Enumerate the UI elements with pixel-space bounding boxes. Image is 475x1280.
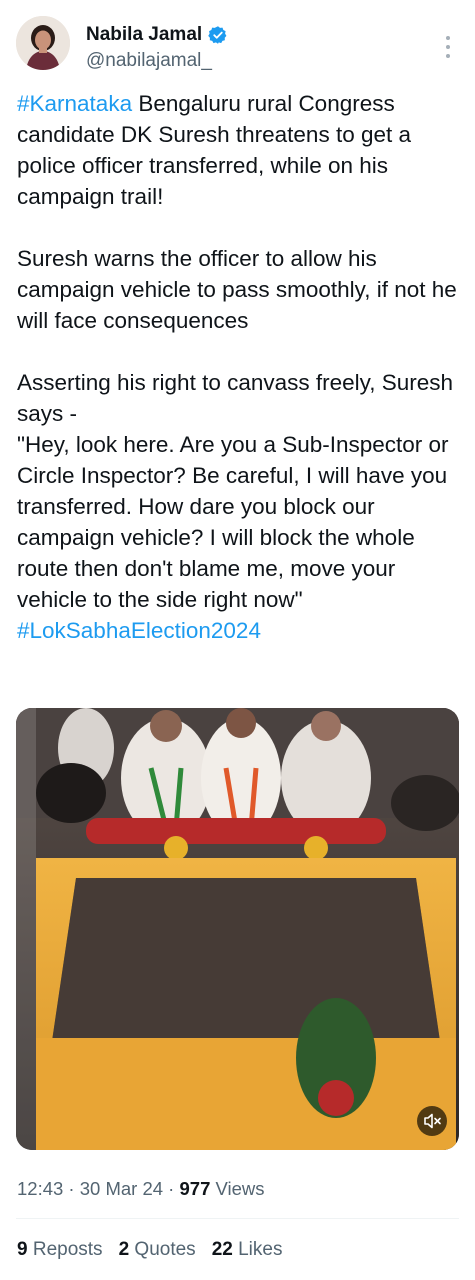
- author-name[interactable]: Nabila Jamal: [86, 24, 202, 46]
- divider: [16, 1218, 459, 1219]
- tweet-paragraph-2: Suresh warns the officer to allow his ca…: [17, 246, 464, 333]
- tweet-text: #Karnataka Bengaluru rural Congress cand…: [17, 88, 462, 646]
- author-name-row: Nabila Jamal: [86, 24, 228, 46]
- video-player[interactable]: [16, 708, 459, 1150]
- avatar[interactable]: [16, 16, 70, 70]
- quotes-label: Quotes: [129, 1239, 196, 1260]
- quotes-link[interactable]: 2 Quotes: [119, 1239, 196, 1261]
- hashtag-karnataka[interactable]: #Karnataka: [17, 91, 132, 116]
- reposts-link[interactable]: 9 Reposts: [17, 1239, 103, 1261]
- speaker-muted-icon[interactable]: [417, 1106, 447, 1136]
- reposts-label: Reposts: [27, 1239, 103, 1260]
- views-count: 977: [179, 1178, 211, 1199]
- tweet-header: Nabila Jamal @nabilajamal_: [0, 0, 475, 90]
- more-options-icon[interactable]: [445, 36, 451, 58]
- meta-separator: ·: [163, 1178, 180, 1199]
- hashtag-loksabha[interactable]: #LokSabhaElection2024: [17, 618, 261, 643]
- tweet-meta: 12:43 · 30 Mar 24 · 977 Views: [17, 1178, 265, 1200]
- verified-badge-icon[interactable]: [208, 25, 228, 45]
- author-handle[interactable]: @nabilajamal_: [86, 50, 212, 72]
- reposts-count: 9: [17, 1239, 28, 1260]
- likes-link[interactable]: 22 Likes: [212, 1239, 283, 1261]
- quotes-count: 2: [118, 1239, 130, 1260]
- likes-count: 22: [211, 1239, 233, 1260]
- engagement-stats: 9 Reposts 2 Quotes 22 Likes: [17, 1239, 282, 1261]
- tweet-paragraph-3: Asserting his right to canvass freely, S…: [17, 370, 454, 612]
- tweet-date[interactable]: 30 Mar 24: [80, 1178, 163, 1199]
- meta-separator: ·: [63, 1178, 80, 1199]
- likes-label: Likes: [232, 1239, 283, 1260]
- avatar-image: [16, 16, 70, 70]
- video-frame: [16, 708, 459, 1150]
- tweet-time[interactable]: 12:43: [17, 1178, 63, 1199]
- views-label: Views: [210, 1178, 265, 1199]
